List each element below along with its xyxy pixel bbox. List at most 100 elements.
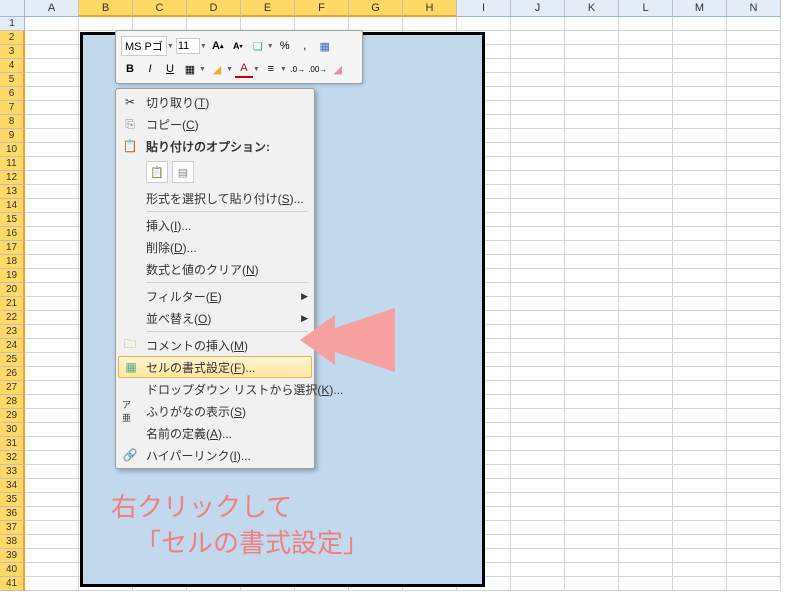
row-header[interactable]: 25 — [0, 353, 25, 367]
row-header[interactable]: 7 — [0, 101, 25, 115]
row-header[interactable]: 15 — [0, 213, 25, 227]
cell[interactable] — [25, 171, 79, 185]
cell[interactable] — [727, 269, 781, 283]
row-header[interactable]: 40 — [0, 563, 25, 577]
cell[interactable] — [25, 283, 79, 297]
cell[interactable] — [727, 577, 781, 591]
cell[interactable] — [673, 157, 727, 171]
cell[interactable] — [565, 87, 619, 101]
font-size-select[interactable]: 11 — [176, 38, 200, 54]
cell[interactable] — [727, 311, 781, 325]
cell[interactable] — [511, 437, 565, 451]
cell[interactable] — [565, 451, 619, 465]
decrease-decimal-button[interactable]: .00→ — [309, 60, 327, 78]
cell[interactable] — [727, 339, 781, 353]
cell[interactable] — [511, 17, 565, 31]
cell[interactable] — [25, 339, 79, 353]
row-header[interactable]: 41 — [0, 577, 25, 591]
cell[interactable] — [349, 17, 403, 31]
cell[interactable] — [619, 535, 673, 549]
decrease-font-button[interactable]: A▾ — [229, 37, 247, 55]
cell[interactable] — [727, 129, 781, 143]
cell[interactable] — [511, 367, 565, 381]
cell[interactable] — [619, 381, 673, 395]
font-name-select[interactable]: MS Pゴ — [121, 36, 167, 56]
cell[interactable] — [511, 241, 565, 255]
cell[interactable] — [565, 563, 619, 577]
cell[interactable] — [619, 423, 673, 437]
cell[interactable] — [619, 507, 673, 521]
col-header-H[interactable]: H — [403, 0, 457, 17]
cell[interactable] — [133, 17, 187, 31]
cell[interactable] — [619, 73, 673, 87]
cell[interactable] — [673, 465, 727, 479]
row-header[interactable]: 6 — [0, 87, 25, 101]
cell[interactable] — [565, 297, 619, 311]
cell[interactable] — [619, 465, 673, 479]
cell[interactable] — [673, 311, 727, 325]
col-header-G[interactable]: G — [349, 0, 403, 17]
cell[interactable] — [673, 59, 727, 73]
menu-cut[interactable]: ✂ 切り取り(T) — [118, 91, 312, 113]
cell[interactable] — [619, 577, 673, 591]
cell[interactable] — [565, 521, 619, 535]
cell[interactable] — [187, 17, 241, 31]
cell[interactable] — [727, 31, 781, 45]
cell[interactable] — [565, 73, 619, 87]
menu-insert-comment[interactable]: 🗀 コメントの挿入(M) — [118, 334, 312, 356]
cell[interactable] — [673, 227, 727, 241]
row-header[interactable]: 26 — [0, 367, 25, 381]
cell[interactable] — [727, 143, 781, 157]
cell[interactable] — [25, 311, 79, 325]
cell[interactable] — [565, 367, 619, 381]
cell[interactable] — [619, 255, 673, 269]
col-header-J[interactable]: J — [511, 0, 565, 17]
increase-font-button[interactable]: A▴ — [209, 37, 227, 55]
row-header[interactable]: 17 — [0, 241, 25, 255]
row-header[interactable]: 34 — [0, 479, 25, 493]
cell[interactable] — [25, 353, 79, 367]
cell[interactable] — [619, 241, 673, 255]
clear-button[interactable]: ◢ — [329, 60, 347, 78]
cell[interactable] — [565, 227, 619, 241]
cell[interactable] — [619, 129, 673, 143]
cell[interactable] — [727, 227, 781, 241]
col-header-A[interactable]: A — [25, 0, 79, 17]
cell[interactable] — [673, 395, 727, 409]
cell[interactable] — [565, 101, 619, 115]
cell[interactable] — [511, 549, 565, 563]
cell[interactable] — [25, 129, 79, 143]
cell[interactable] — [565, 395, 619, 409]
menu-filter[interactable]: フィルター(E) ▶ — [118, 285, 312, 307]
cell[interactable] — [511, 199, 565, 213]
cell[interactable] — [25, 325, 79, 339]
cell[interactable] — [673, 297, 727, 311]
cell[interactable] — [565, 423, 619, 437]
cell[interactable] — [25, 507, 79, 521]
cell[interactable] — [619, 199, 673, 213]
cell[interactable] — [511, 45, 565, 59]
cell[interactable] — [25, 227, 79, 241]
cell[interactable] — [25, 269, 79, 283]
cell[interactable] — [565, 171, 619, 185]
row-header[interactable]: 36 — [0, 507, 25, 521]
cell[interactable] — [727, 45, 781, 59]
row-header[interactable]: 5 — [0, 73, 25, 87]
col-header-B[interactable]: B — [79, 0, 133, 17]
cell[interactable] — [511, 227, 565, 241]
cell[interactable] — [511, 185, 565, 199]
cell[interactable] — [673, 563, 727, 577]
cell[interactable] — [511, 409, 565, 423]
cell[interactable] — [673, 535, 727, 549]
col-header-L[interactable]: L — [619, 0, 673, 17]
cell[interactable] — [727, 409, 781, 423]
menu-dropdown-select[interactable]: ドロップダウン リストから選択(K)... — [118, 378, 312, 400]
row-header[interactable]: 21 — [0, 297, 25, 311]
cell[interactable] — [241, 17, 295, 31]
row-header[interactable]: 37 — [0, 521, 25, 535]
cell[interactable] — [727, 255, 781, 269]
menu-clear[interactable]: 数式と値のクリア(N) — [118, 258, 312, 280]
cell[interactable] — [673, 87, 727, 101]
cell[interactable] — [673, 493, 727, 507]
underline-button[interactable]: U — [161, 60, 179, 78]
